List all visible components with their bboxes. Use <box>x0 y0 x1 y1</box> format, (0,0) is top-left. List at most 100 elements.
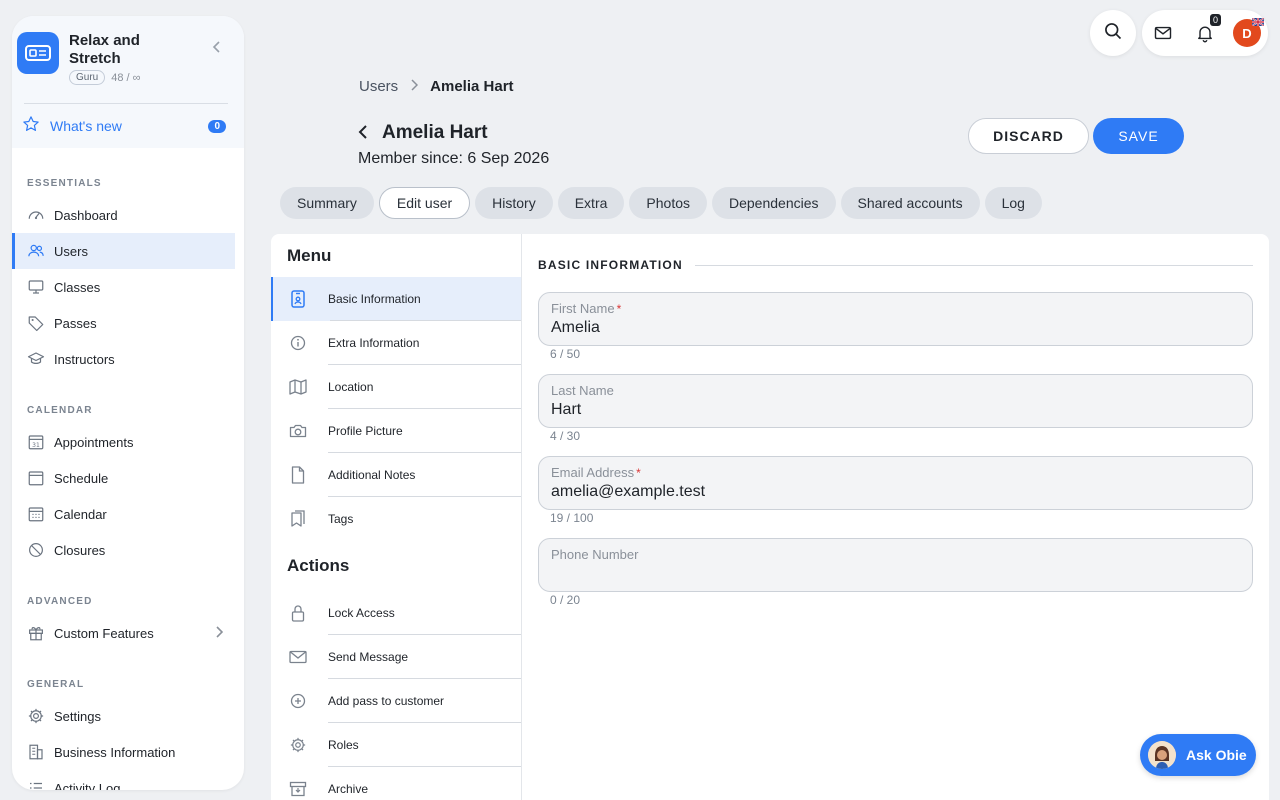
menu-item-profile-picture[interactable]: Profile Picture <box>271 409 521 453</box>
sidebar-item-classes[interactable]: Classes <box>12 269 235 305</box>
sidebar-item-label: Activity Log <box>54 780 121 791</box>
first-name-field: First Name * Amelia 6 / 50 <box>538 292 1253 361</box>
menu-item-add-pass[interactable]: Add pass to customer <box>271 679 521 723</box>
sidebar-item-dashboard[interactable]: Dashboard <box>12 197 235 233</box>
menu-item-basic-information[interactable]: Basic Information <box>271 277 521 321</box>
sidebar-item-closures[interactable]: Closures <box>12 532 235 568</box>
email-value: amelia@example.test <box>551 483 706 500</box>
document-icon <box>289 466 307 484</box>
sidebar-item-schedule[interactable]: Schedule <box>12 460 235 496</box>
tab-extra[interactable]: Extra <box>557 187 625 219</box>
menu-item-tags[interactable]: Tags <box>271 497 521 541</box>
sidebar-item-users[interactable]: Users <box>12 233 235 269</box>
menu-item-label: Send Message <box>328 650 409 664</box>
last-name-label: Last Name <box>551 383 614 398</box>
sidebar-item-label: Instructors <box>54 351 115 367</box>
phone-field: Phone Number 0 / 20 <box>538 538 1253 607</box>
gear-icon <box>27 707 45 725</box>
assistant-avatar-icon <box>1148 741 1176 769</box>
chevron-right-icon <box>215 625 224 641</box>
tab-edit-user[interactable]: Edit user <box>378 187 471 219</box>
phone-char-counter: 0 / 20 <box>550 593 581 607</box>
tag-icon <box>27 314 45 332</box>
first-name-input[interactable]: First Name * Amelia <box>538 292 1253 346</box>
email-input[interactable]: Email Address * amelia@example.test <box>538 456 1253 510</box>
whats-new-label: What's new <box>50 118 122 134</box>
menu-item-label: Lock Access <box>328 606 395 620</box>
graduation-cap-icon <box>27 350 45 368</box>
users-icon <box>27 242 45 260</box>
sidebar-item-label: Classes <box>54 279 101 295</box>
sidebar-item-activity-log[interactable]: Activity Log <box>12 770 235 790</box>
back-arrow-icon[interactable] <box>358 123 368 144</box>
menu-item-extra-information[interactable]: Extra Information <box>271 321 521 365</box>
ask-obie-button[interactable]: Ask Obie <box>1140 734 1256 776</box>
whats-new-link[interactable]: What's new 0 <box>18 104 230 148</box>
tab-history[interactable]: History <box>475 187 553 219</box>
first-name-label: First Name <box>551 301 615 316</box>
map-icon <box>289 378 307 396</box>
section-heading-advanced: ADVANCED <box>27 596 93 607</box>
sidebar-item-custom-features[interactable]: Custom Features <box>12 615 235 651</box>
member-since: Member since: 6 Sep 2026 <box>358 150 550 167</box>
menu-item-label: Additional Notes <box>328 468 416 482</box>
sidebar-item-label: Schedule <box>54 470 109 486</box>
tab-shared-accounts[interactable]: Shared accounts <box>840 187 980 219</box>
tab-photos[interactable]: Photos <box>629 187 707 219</box>
dashboard-icon <box>27 206 45 224</box>
envelope-icon <box>289 648 307 666</box>
page-header: Amelia Hart Member since: 6 Sep 2026 <box>358 122 549 168</box>
save-button[interactable]: SAVE <box>1093 118 1184 154</box>
sidebar-item-calendar[interactable]: Calendar <box>12 496 235 532</box>
sidebar-item-passes[interactable]: Passes <box>12 305 235 341</box>
sidebar-item-business-information[interactable]: Business Information <box>12 734 235 770</box>
menu-item-label: Add pass to customer <box>328 694 445 708</box>
email-field: Email Address * amelia@example.test 19 / … <box>538 456 1253 525</box>
breadcrumb-chevron-icon <box>410 78 419 95</box>
menu-item-label: Roles <box>328 738 359 752</box>
required-asterisk: * <box>636 466 641 480</box>
discard-button[interactable]: DISCARD <box>968 118 1089 154</box>
schedule-icon <box>27 469 45 487</box>
breadcrumb-users-link[interactable]: Users <box>359 78 398 95</box>
menu-item-archive[interactable]: Archive <box>271 767 521 800</box>
menu-item-roles[interactable]: Roles <box>271 723 521 767</box>
collapse-sidebar-chevron-icon[interactable] <box>212 40 222 56</box>
section-heading-calendar: CALENDAR <box>27 405 93 416</box>
search-button[interactable] <box>1090 10 1136 56</box>
star-icon <box>22 115 40 138</box>
tab-summary[interactable]: Summary <box>280 187 374 219</box>
menu-item-lock-access[interactable]: Lock Access <box>271 591 521 635</box>
menu-item-additional-notes[interactable]: Additional Notes <box>271 453 521 497</box>
sidebar-item-label: Calendar <box>54 506 107 522</box>
svg-text:31: 31 <box>32 442 40 449</box>
sidebar-item-instructors[interactable]: Instructors <box>12 341 235 377</box>
whats-new-count-badge: 0 <box>208 119 226 133</box>
menu-item-label: Profile Picture <box>328 424 403 438</box>
brand-name: Relax and Stretch <box>69 32 140 67</box>
building-icon <box>27 743 45 761</box>
tab-dependencies[interactable]: Dependencies <box>712 187 836 219</box>
usage-count: 48 / ∞ <box>111 71 141 84</box>
phone-input[interactable]: Phone Number <box>538 538 1253 592</box>
notification-count-badge: 0 <box>1210 14 1222 26</box>
last-name-value: Hart <box>551 401 582 418</box>
gear-icon <box>289 736 307 754</box>
sidebar-header: Relax and Stretch Guru 48 / ∞ What's new… <box>12 16 244 148</box>
edit-user-card: Menu Basic Information Extra Information… <box>271 234 1269 800</box>
sidebar-item-settings[interactable]: Settings <box>12 698 235 734</box>
actions-heading: Actions <box>287 556 350 575</box>
bell-icon[interactable] <box>1195 23 1215 48</box>
tab-log[interactable]: Log <box>984 187 1042 219</box>
sidebar-item-appointments[interactable]: 31 Appointments <box>12 424 235 460</box>
menu-item-send-message[interactable]: Send Message <box>271 635 521 679</box>
sidebar-item-label: Passes <box>54 315 97 331</box>
tab-bar: Summary Edit user History Extra Photos D… <box>280 187 1047 219</box>
menu-item-location[interactable]: Location <box>271 365 521 409</box>
search-icon <box>1103 21 1123 46</box>
menu-item-label: Tags <box>328 512 354 526</box>
menu-item-label: Location <box>328 380 374 394</box>
last-name-input[interactable]: Last Name Hart <box>538 374 1253 428</box>
mail-icon[interactable] <box>1153 23 1173 48</box>
sidebar-item-label: Closures <box>54 542 106 558</box>
